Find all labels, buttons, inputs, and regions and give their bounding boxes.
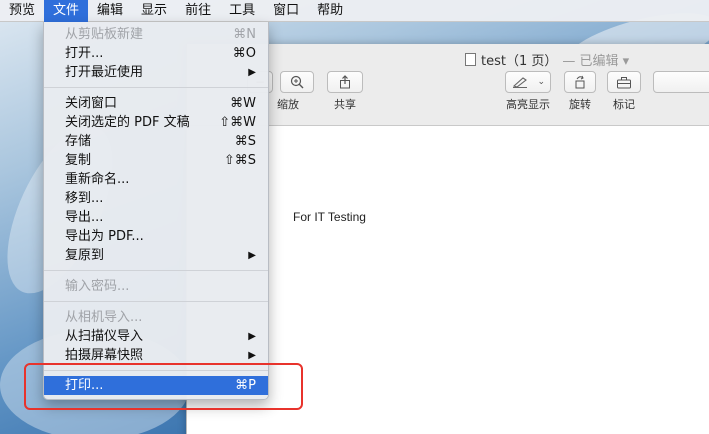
document-text: For IT Testing bbox=[293, 210, 366, 224]
submenu-arrow-icon: ▶ bbox=[248, 250, 256, 261]
menubar-tools[interactable]: 工具 bbox=[220, 0, 264, 22]
menu-item-open-recent[interactable]: 打开最近使用 ▶ bbox=[44, 63, 268, 82]
menu-item-close-window[interactable]: 关闭窗口 ⌘W bbox=[44, 94, 268, 113]
menubar-edit[interactable]: 编辑 bbox=[88, 0, 132, 22]
shortcut-label: ⌘W bbox=[230, 96, 256, 111]
rotate-button[interactable] bbox=[564, 71, 596, 93]
menu-item-label: 打开... bbox=[65, 46, 104, 61]
shortcut-label: ⇧⌘W bbox=[219, 115, 256, 130]
submenu-arrow-icon: ▶ bbox=[248, 67, 256, 78]
menu-item-label: 打开最近使用 bbox=[65, 65, 144, 80]
shortcut-label: ⌘S bbox=[234, 134, 256, 149]
menu-item-export[interactable]: 导出... bbox=[44, 208, 268, 227]
share-button[interactable] bbox=[327, 71, 363, 93]
menu-item-label: 复制 bbox=[65, 153, 92, 168]
menu-item-move-to[interactable]: 移到... bbox=[44, 189, 268, 208]
menu-item-label: 拍摄屏幕快照 bbox=[65, 348, 144, 363]
rotate-icon bbox=[575, 75, 585, 89]
menu-item-open[interactable]: 打开... ⌘O bbox=[44, 44, 268, 63]
shortcut-label: ⌘O bbox=[232, 46, 256, 61]
menubar-window[interactable]: 窗口 bbox=[264, 0, 308, 22]
menu-item-enter-password[interactable]: 输入密码... bbox=[44, 277, 268, 296]
menu-item-label: 复原到 bbox=[65, 248, 105, 263]
menu-separator bbox=[44, 301, 268, 302]
menu-item-label: 存储 bbox=[65, 134, 92, 149]
document-name: test（1 页） bbox=[481, 54, 558, 69]
menu-item-rename[interactable]: 重新命名... bbox=[44, 170, 268, 189]
menu-item-new-from-clipboard[interactable]: 从剪贴板新建 ⌘N bbox=[44, 25, 268, 44]
rotate-label: 旋转 bbox=[569, 98, 591, 111]
menu-item-label: 输入密码... bbox=[65, 279, 130, 294]
highlighter-icon bbox=[512, 77, 527, 88]
shortcut-label: ⇧⌘S bbox=[223, 153, 256, 168]
menu-separator bbox=[44, 87, 268, 88]
menu-item-save[interactable]: 存储 ⌘S bbox=[44, 132, 268, 151]
menubar-view[interactable]: 显示 bbox=[132, 0, 176, 22]
share-icon bbox=[340, 75, 350, 89]
menu-item-import-camera[interactable]: 从相机导入... bbox=[44, 308, 268, 327]
menu-item-label: 关闭选定的 PDF 文稿 bbox=[65, 115, 190, 130]
menu-item-duplicate[interactable]: 复制 ⇧⌘S bbox=[44, 151, 268, 170]
menu-item-label: 关闭窗口 bbox=[65, 96, 118, 111]
highlight-label: 高亮显示 bbox=[506, 98, 550, 111]
shortcut-label: ⌘N bbox=[233, 27, 256, 42]
menu-item-close-pdf[interactable]: 关闭选定的 PDF 文稿 ⇧⌘W bbox=[44, 113, 268, 132]
menu-item-label: 导出为 PDF... bbox=[65, 229, 144, 244]
zoom-in-button[interactable] bbox=[280, 71, 314, 93]
search-field[interactable] bbox=[653, 71, 709, 93]
menu-item-label: 从扫描仪导入 bbox=[65, 329, 144, 344]
menu-item-label: 从相机导入... bbox=[65, 310, 143, 325]
highlight-button[interactable]: ⌄ bbox=[505, 71, 551, 93]
menu-item-label: 重新命名... bbox=[65, 172, 130, 187]
menu-item-import-scanner[interactable]: 从扫描仪导入 ▶ bbox=[44, 327, 268, 346]
zoom-label: 缩放 bbox=[277, 98, 299, 111]
menubar-go[interactable]: 前往 bbox=[176, 0, 220, 22]
file-menu: 从剪贴板新建 ⌘N 打开... ⌘O 打开最近使用 ▶ 关闭窗口 ⌘W 关闭选定… bbox=[43, 22, 269, 400]
menubar-file[interactable]: 文件 bbox=[44, 0, 89, 22]
menu-separator bbox=[44, 270, 268, 271]
menu-item-label: 移到... bbox=[65, 191, 104, 206]
menu-item-label: 导出... bbox=[65, 210, 104, 225]
menubar-help[interactable]: 帮助 bbox=[308, 0, 352, 22]
menu-item-revert-to[interactable]: 复原到 ▶ bbox=[44, 246, 268, 265]
document-title[interactable]: test（1 页） — 已编辑 ▾ bbox=[465, 50, 629, 69]
toolbox-icon bbox=[617, 76, 631, 88]
menu-item-label: 从剪贴板新建 bbox=[65, 27, 144, 42]
markup-label: 标记 bbox=[613, 98, 635, 111]
menubar: 预览 文件 编辑 显示 前往 工具 窗口 帮助 bbox=[0, 0, 709, 22]
submenu-arrow-icon: ▶ bbox=[248, 331, 256, 342]
menu-item-export-pdf[interactable]: 导出为 PDF... bbox=[44, 227, 268, 246]
menubar-preview[interactable]: 预览 bbox=[0, 0, 44, 22]
markup-button[interactable] bbox=[607, 71, 641, 93]
zoom-in-icon bbox=[290, 75, 304, 89]
edited-status[interactable]: — 已编辑 ▾ bbox=[562, 50, 629, 69]
document-icon bbox=[465, 53, 476, 66]
annotation-highlight-box bbox=[24, 363, 303, 410]
chevron-down-icon: ⌄ bbox=[537, 77, 545, 87]
share-label: 共享 bbox=[334, 98, 356, 111]
